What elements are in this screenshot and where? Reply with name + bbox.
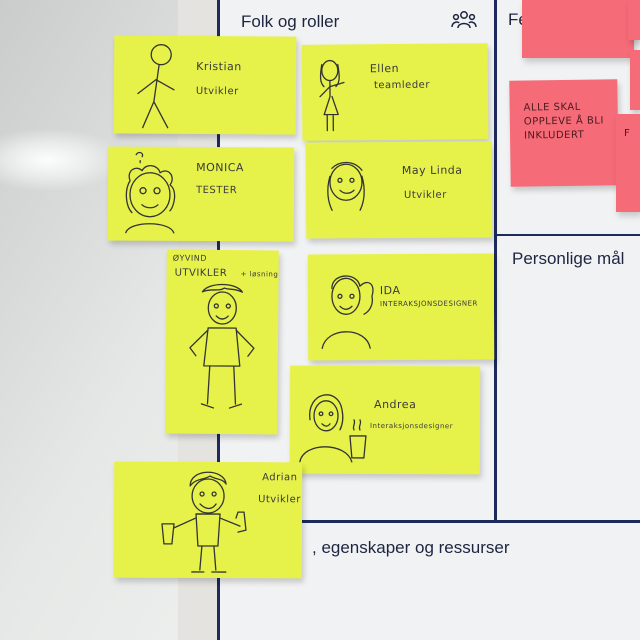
section-title-personlige-mal: Personlige mål — [512, 249, 625, 268]
pink-note-top — [522, 0, 634, 58]
sticky-note-monica: MONICA TESTER — [107, 146, 295, 242]
ellen-portrait-drawing — [319, 59, 345, 132]
ellen-name: Ellen — [369, 61, 400, 76]
pink-note-edge-text: F — [624, 128, 631, 139]
adrian-name: Adrian — [262, 472, 298, 484]
sticky-note-may-linda: May Linda Utvikler — [305, 141, 493, 239]
adrian-role: Utvikler — [258, 494, 301, 506]
light-glare — [0, 130, 120, 190]
may-linda-role: Utvikler — [403, 189, 447, 201]
andrea-portrait-drawing — [299, 394, 367, 463]
pink-note-side-edge — [630, 50, 640, 110]
may-linda-portrait-drawing — [327, 161, 365, 212]
grid-line-right-top — [497, 234, 640, 236]
people-group-icon — [451, 11, 477, 29]
monica-portrait-drawing — [125, 151, 176, 234]
kristian-role: Utvikler — [195, 85, 239, 98]
andrea-role: Interaksjonsdesigner — [369, 421, 454, 431]
pink-note-right-edge: F — [616, 114, 640, 212]
pink-note-line-1: ALLE SKAL — [523, 101, 581, 114]
section-title-folk-og-roller: Folk og roller — [241, 12, 340, 31]
sticky-note-kristian: Kristian Utvikler — [113, 35, 297, 135]
oyvind-extra: + løsning — [240, 270, 279, 279]
adrian-figure-drawing — [161, 471, 247, 573]
kristian-name: Kristian — [196, 59, 242, 74]
sticky-note-adrian: Adrian Utvikler — [113, 461, 303, 579]
pink-note-line-2: OPPLEVE Å BLI — [523, 115, 604, 128]
sticky-note-oyvind: ØYVIND UTVIKLER + løsning — [165, 249, 279, 435]
sticky-note-ellen: Ellen teamleder — [301, 43, 489, 141]
ida-name: IDA — [379, 284, 401, 298]
pink-note-top-edge — [628, 0, 640, 40]
ida-portrait-drawing — [321, 275, 374, 350]
sticky-note-andrea: Andrea Interaksjonsdesigner — [289, 365, 481, 475]
pink-note-goal: ALLE SKAL OPPLEVE Å BLI INKLUDERT — [509, 79, 619, 187]
andrea-name: Andrea — [374, 397, 417, 412]
pink-note-line-3: INKLUDERT — [523, 129, 585, 142]
oyvind-figure-drawing — [189, 283, 255, 409]
grid-line-middle — [494, 0, 497, 522]
sticky-note-ida: IDA INTERAKSJONSDESIGNER — [307, 253, 495, 361]
monica-name: MONICA — [196, 160, 245, 175]
ida-role: INTERAKSJONSDESIGNER — [379, 299, 478, 309]
oyvind-name: ØYVIND — [172, 253, 207, 263]
may-linda-name: May Linda — [401, 163, 463, 177]
oyvind-role: UTVIKLER — [174, 267, 228, 280]
stick-figure-drawing — [137, 44, 175, 129]
monica-role: TESTER — [195, 184, 238, 197]
ellen-role: teamleder — [373, 79, 430, 92]
section-title-egenskaper: , egenskaper og ressurser — [312, 538, 510, 557]
